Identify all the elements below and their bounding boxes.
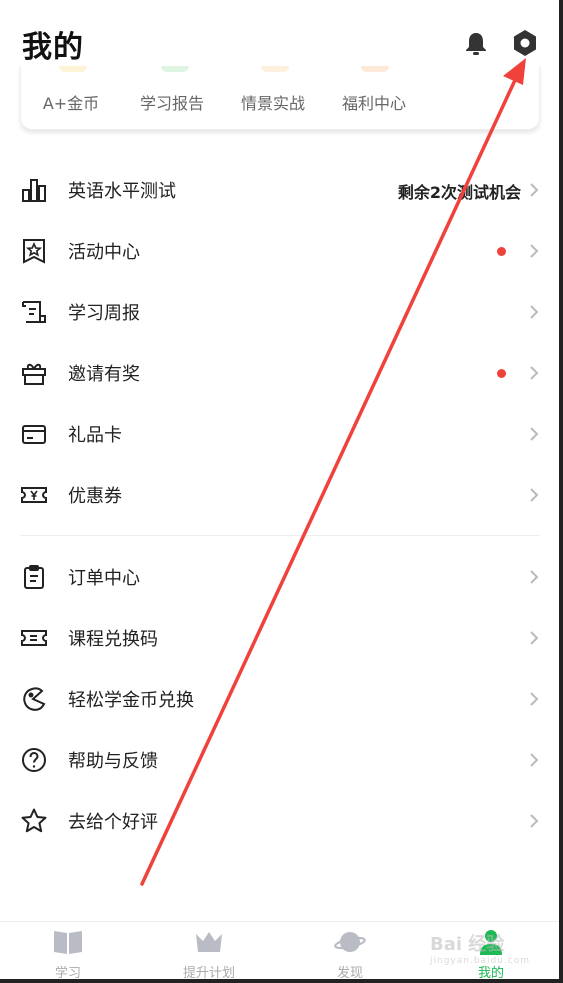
menu-item-label: 帮助与反馈 — [68, 751, 158, 772]
menu-item-level-test[interactable]: 英语水平测试 剩余2次测试机会 — [0, 160, 563, 221]
tab-discover[interactable]: 发现 — [300, 922, 400, 982]
card-icon — [22, 425, 46, 444]
notification-dot — [497, 369, 506, 378]
screen-bottom-edge — [0, 979, 563, 983]
menu-item-weekly-report[interactable]: 学习周报 — [0, 282, 563, 343]
coupon-icon — [21, 487, 47, 503]
menu-item-label: 订单中心 — [68, 568, 140, 589]
quick-links-card: A+金币 学习报告 情景实战 福利中心 — [20, 66, 540, 130]
menu-item-coin-exchange[interactable]: 轻松学金币兑换 — [0, 669, 563, 730]
remaining-tests-text: 剩余2次测试机会 — [397, 183, 521, 202]
menu-item-help-feedback[interactable]: 帮助与反馈 — [0, 730, 563, 791]
quick-link-report[interactable]: 学习报告 — [127, 90, 217, 114]
chevron-right-icon — [530, 814, 539, 828]
planet-icon — [334, 932, 366, 952]
gift-icon — [22, 363, 46, 385]
chevron-right-icon — [530, 753, 539, 767]
quick-link-dot — [261, 66, 289, 72]
chevron-right-icon — [530, 183, 539, 197]
menu-item-label: 学习周报 — [68, 303, 140, 324]
quick-link-dot — [161, 66, 189, 72]
menu-item-label: 礼品卡 — [68, 425, 122, 446]
quick-link-coins[interactable]: A+金币 — [26, 90, 116, 114]
coin-exchange-icon — [23, 687, 46, 711]
watermark-text: Bai 经验 — [430, 934, 505, 955]
book-icon — [54, 931, 82, 954]
watermark: Bai 经验 jingyan.baidu.com — [430, 930, 550, 970]
chevron-right-icon — [530, 488, 539, 502]
help-icon — [22, 748, 46, 772]
menu-item-invite-reward[interactable]: 邀请有奖 — [0, 343, 563, 404]
menu-item-coupon[interactable]: 优惠券 — [0, 465, 563, 526]
quick-link-welfare[interactable]: 福利中心 — [329, 90, 419, 114]
menu-item-redeem-code[interactable]: 课程兑换码 — [0, 608, 563, 669]
menu-item-rate-app[interactable]: 去给个好评 — [0, 791, 563, 852]
clipboard-icon — [24, 565, 44, 589]
notification-dot — [497, 247, 506, 256]
menu-item-label: 优惠券 — [68, 486, 122, 507]
chevron-right-icon — [530, 427, 539, 441]
screen-right-edge — [559, 0, 563, 983]
chevron-right-icon — [530, 244, 539, 258]
gear-icon[interactable] — [510, 28, 540, 58]
crown-icon — [196, 932, 222, 952]
tab-study[interactable]: 学习 — [18, 922, 118, 982]
menu-item-label: 邀请有奖 — [68, 364, 140, 385]
bar-chart-icon — [22, 179, 46, 202]
bell-icon[interactable] — [462, 30, 490, 58]
quick-link-scenario[interactable]: 情景实战 — [228, 90, 318, 114]
chevron-right-icon — [530, 305, 539, 319]
watermark-sub: jingyan.baidu.com — [430, 956, 531, 966]
ticket-icon — [21, 630, 47, 646]
menu-item-label: 轻松学金币兑换 — [68, 690, 194, 711]
star-badge-icon — [23, 239, 45, 264]
section-divider — [20, 535, 540, 536]
quick-link-dot — [59, 66, 87, 72]
chevron-right-icon — [530, 692, 539, 706]
menu-item-label: 课程兑换码 — [68, 629, 158, 650]
menu-item-label: 去给个好评 — [68, 812, 158, 833]
chevron-right-icon — [530, 366, 539, 380]
tab-improve-plan[interactable]: 提升计划 — [159, 922, 259, 982]
page-title: 我的 — [22, 30, 84, 65]
quick-link-dot — [361, 66, 389, 72]
chevron-right-icon — [530, 570, 539, 584]
chevron-right-icon — [530, 631, 539, 645]
report-icon — [22, 301, 46, 323]
menu-item-gift-card[interactable]: 礼品卡 — [0, 404, 563, 465]
menu-item-label: 英语水平测试 — [68, 181, 176, 202]
star-icon — [21, 808, 47, 833]
menu-item-activity-center[interactable]: 活动中心 — [0, 221, 563, 282]
menu-item-order-center[interactable]: 订单中心 — [0, 547, 563, 608]
menu-item-label: 活动中心 — [68, 242, 140, 263]
